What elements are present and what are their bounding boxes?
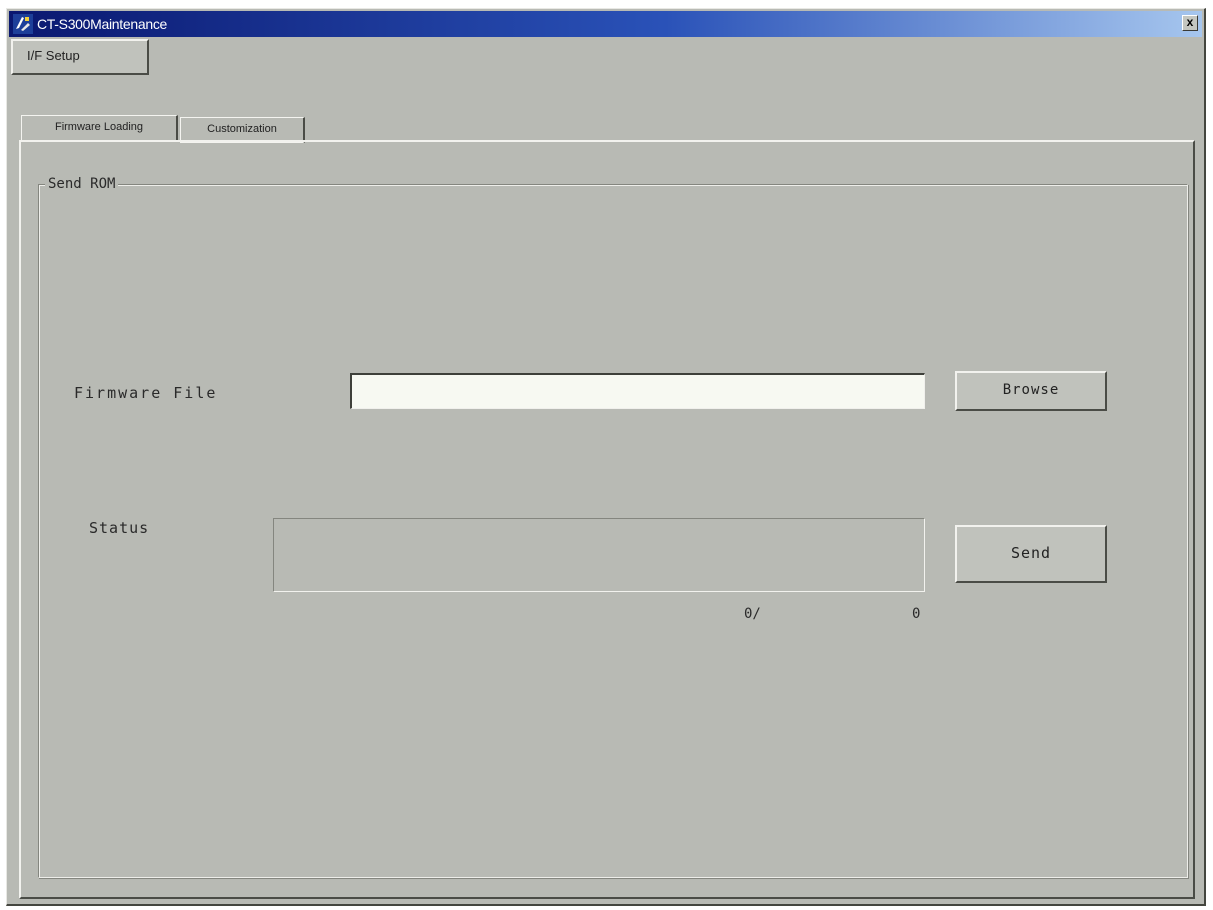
title-bar[interactable]: CT-S300Maintenance x	[9, 11, 1202, 37]
window-title: CT-S300Maintenance	[37, 16, 168, 32]
progress-current: 0/	[744, 606, 761, 622]
firmware-file-input[interactable]	[350, 373, 925, 409]
firmware-file-label: Firmware File	[74, 384, 218, 402]
send-rom-group-title: Send ROM	[45, 174, 119, 194]
send-rom-group: Send ROM Firmware File Browse Status Sen…	[38, 174, 1188, 878]
send-button[interactable]: Send	[955, 525, 1107, 583]
if-setup-button[interactable]: I/F Setup	[11, 39, 149, 75]
tab-firmware-loading[interactable]: Firmware Loading	[21, 115, 178, 140]
close-icon: x	[1186, 15, 1194, 29]
progress-total: 0	[912, 606, 921, 622]
browse-button[interactable]: Browse	[955, 371, 1107, 411]
status-label: Status	[89, 519, 150, 537]
app-icon	[13, 14, 33, 34]
firmware-loading-panel: Send ROM Firmware File Browse Status Sen…	[19, 140, 1195, 899]
maintenance-window: CT-S300Maintenance x I/F Setup Firmware …	[6, 8, 1206, 906]
status-display	[273, 518, 925, 592]
close-button[interactable]: x	[1182, 15, 1198, 31]
